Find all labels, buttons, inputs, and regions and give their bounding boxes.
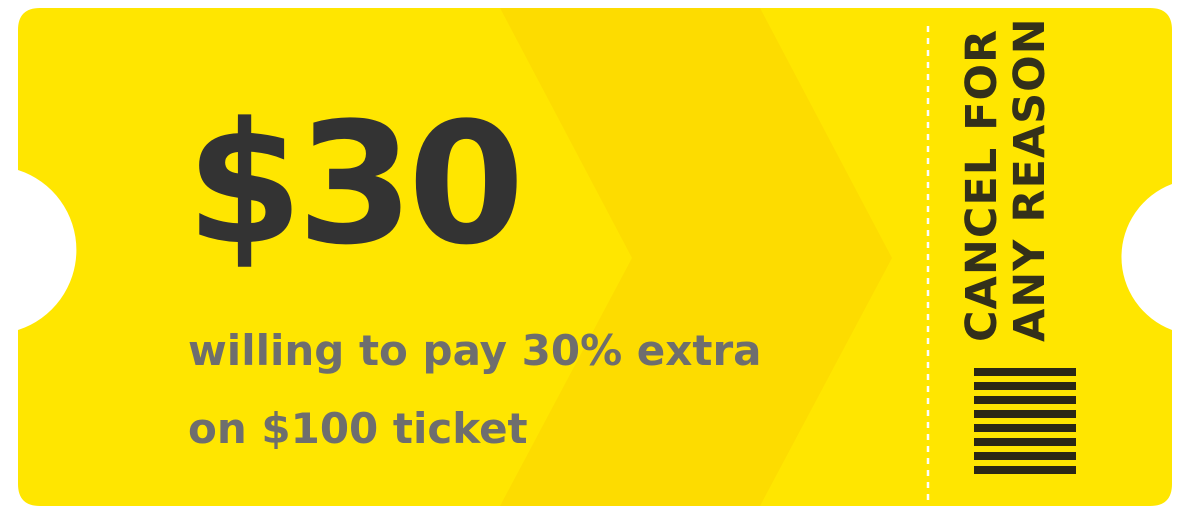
stub-label-line-2: ANY REASON xyxy=(1005,17,1055,342)
price-amount: $30 xyxy=(186,86,525,282)
barcode-bar xyxy=(974,452,1076,460)
barcode-bar xyxy=(974,410,1076,418)
stub-label-line-1: CANCEL FOR xyxy=(957,28,1007,342)
ticket: $30 willing to pay 30% extra on $100 tic… xyxy=(0,0,1179,514)
barcode-icon xyxy=(974,368,1076,480)
caption-line-1: willing to pay 30% extra xyxy=(188,326,762,375)
stub-label: CANCEL FOR ANY REASON xyxy=(957,17,1055,342)
barcode-bar xyxy=(974,424,1076,432)
barcode-bar xyxy=(974,466,1076,474)
barcode-bar xyxy=(974,368,1076,376)
barcode-bar xyxy=(974,396,1076,404)
caption-line-2: on $100 ticket xyxy=(188,404,528,453)
barcode-bar xyxy=(974,382,1076,390)
barcode-bar xyxy=(974,438,1076,446)
